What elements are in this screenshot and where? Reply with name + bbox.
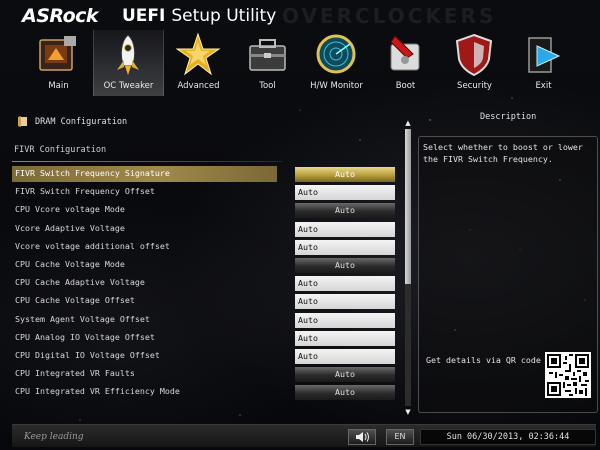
setting-label: CPU Cache Voltage Offset xyxy=(15,295,135,306)
setting-value-input[interactable]: Auto xyxy=(295,330,395,346)
tab-hw-monitor-label: H/W Monitor xyxy=(310,81,363,91)
shield-icon xyxy=(455,33,493,77)
tab-security[interactable]: Security xyxy=(440,30,509,96)
setting-value-dropdown[interactable]: Auto xyxy=(295,257,395,273)
speaker-icon xyxy=(356,432,369,442)
tab-oc-tweaker[interactable]: OC Tweaker xyxy=(93,30,164,96)
setting-row[interactable]: FIVR Switch Frequency Signature Auto xyxy=(12,165,396,183)
section-divider xyxy=(12,161,282,162)
setting-label: System Agent Voltage Offset xyxy=(15,313,150,324)
exit-icon xyxy=(528,37,561,73)
setting-value-dropdown[interactable]: Auto xyxy=(295,367,395,383)
brand-slogan: Keep leading xyxy=(24,432,84,442)
setting-value-input[interactable]: Auto xyxy=(295,221,395,237)
section-title: FIVR Configuration xyxy=(14,145,107,155)
description-text: Select whether to boost or lower the FIV… xyxy=(423,142,583,164)
tab-tool-label: Tool xyxy=(259,81,276,91)
sound-button[interactable] xyxy=(348,429,376,445)
scroll-up-arrow-icon[interactable]: ▲ xyxy=(404,119,412,127)
setting-label: CPU Integrated VR Efficiency Mode xyxy=(15,386,180,397)
tab-main-label: Main xyxy=(48,81,69,91)
setting-label: CPU Analog IO Voltage Offset xyxy=(15,331,155,342)
setting-label: Vcore voltage additional offset xyxy=(15,240,170,251)
site-watermark: OVERCLOCKERS xyxy=(282,4,497,28)
rocket-icon xyxy=(117,34,139,75)
setting-row[interactable]: CPU Integrated VR Faults Auto xyxy=(12,365,396,383)
folder-icon xyxy=(18,116,27,127)
setting-label: CPU Cache Voltage Mode xyxy=(15,258,125,269)
tab-exit-label: Exit xyxy=(535,81,552,91)
setting-value-dropdown[interactable]: Auto xyxy=(295,167,395,182)
datetime-display: Sun 06/30/2013, 02:36:44 xyxy=(420,429,596,445)
boot-icon xyxy=(390,35,420,71)
setting-row[interactable]: FIVR Switch Frequency Offset Auto xyxy=(12,183,396,201)
breadcrumb[interactable]: DRAM Configuration xyxy=(18,116,127,127)
setting-label: FIVR Switch Frequency Signature xyxy=(15,168,170,178)
breadcrumb-label: DRAM Configuration xyxy=(35,116,128,127)
tab-exit[interactable]: Exit xyxy=(509,30,578,96)
setting-value-dropdown[interactable]: Auto xyxy=(295,203,395,219)
setting-value-input[interactable]: Auto xyxy=(295,348,395,364)
toolbox-icon xyxy=(249,39,286,71)
main-icon xyxy=(39,36,76,71)
setting-label: Vcore Adaptive Voltage xyxy=(15,222,125,233)
setting-label: FIVR Switch Frequency Offset xyxy=(15,186,155,197)
settings-scrollbar[interactable]: ▲ ▼ xyxy=(404,119,412,416)
utility-title: UEFI Setup Utility xyxy=(122,6,276,26)
setting-row[interactable]: CPU Analog IO Voltage Offset Auto xyxy=(12,329,396,347)
tab-boot[interactable]: Boot xyxy=(371,30,440,96)
setting-row[interactable]: CPU Cache Voltage Offset Auto xyxy=(12,292,396,310)
header-bar: ASRock UEFI Setup Utility OVERCLOCKERS xyxy=(0,0,600,32)
utility-title-rest: Setup Utility xyxy=(171,6,277,26)
utility-title-bold: UEFI xyxy=(122,6,166,26)
setting-row[interactable]: CPU Digital IO Voltage Offset Auto xyxy=(12,347,396,365)
main-navigation: Main OC Tweaker Advanced Tool H/W Monito… xyxy=(24,30,580,96)
tab-hw-monitor[interactable]: H/W Monitor xyxy=(302,30,371,96)
tab-advanced[interactable]: Advanced xyxy=(164,30,233,96)
scroll-thumb[interactable] xyxy=(405,129,411,284)
description-title: Description xyxy=(480,112,537,122)
qr-code-image xyxy=(545,352,591,398)
setting-row[interactable]: CPU Integrated VR Efficiency Mode Auto xyxy=(12,383,396,401)
setting-label: CPU Digital IO Voltage Offset xyxy=(15,349,160,360)
brand-logo: ASRock xyxy=(22,5,99,27)
setting-label: CPU Cache Adaptive Voltage xyxy=(15,277,145,288)
setting-row[interactable]: Vcore voltage additional offset Auto xyxy=(12,238,396,256)
qr-code-label: Get details via QR code xyxy=(426,355,541,365)
setting-label: CPU Vcore voltage Mode xyxy=(15,204,125,215)
tab-tool[interactable]: Tool xyxy=(233,30,302,96)
radar-icon xyxy=(316,34,356,74)
scroll-down-arrow-icon[interactable]: ▼ xyxy=(404,408,412,416)
setting-label: CPU Integrated VR Faults xyxy=(15,368,135,379)
setting-row[interactable]: System Agent Voltage Offset Auto xyxy=(12,311,396,329)
setting-value-input[interactable]: Auto xyxy=(295,312,395,328)
setting-row[interactable]: Vcore Adaptive Voltage Auto xyxy=(12,220,396,238)
settings-list: FIVR Switch Frequency Signature Auto FIV… xyxy=(12,165,396,401)
setting-value-dropdown[interactable]: Auto xyxy=(295,385,395,401)
tab-boot-label: Boot xyxy=(395,81,416,91)
setting-value-input[interactable]: Auto xyxy=(295,276,395,292)
setting-value-input[interactable]: Auto xyxy=(295,294,395,310)
setting-value-input[interactable]: Auto xyxy=(295,185,395,201)
tab-advanced-label: Advanced xyxy=(177,81,220,91)
tab-security-label: Security xyxy=(457,81,492,91)
language-button[interactable]: EN xyxy=(386,429,414,445)
setting-row[interactable]: CPU Cache Voltage Mode Auto xyxy=(12,256,396,274)
tab-oc-tweaker-label: OC Tweaker xyxy=(103,81,154,91)
setting-row[interactable]: CPU Vcore voltage Mode Auto xyxy=(12,201,396,219)
setting-value-input[interactable]: Auto xyxy=(295,239,395,255)
star-icon xyxy=(176,32,221,76)
tab-main[interactable]: Main xyxy=(24,30,93,96)
setting-row[interactable]: CPU Cache Adaptive Voltage Auto xyxy=(12,274,396,292)
